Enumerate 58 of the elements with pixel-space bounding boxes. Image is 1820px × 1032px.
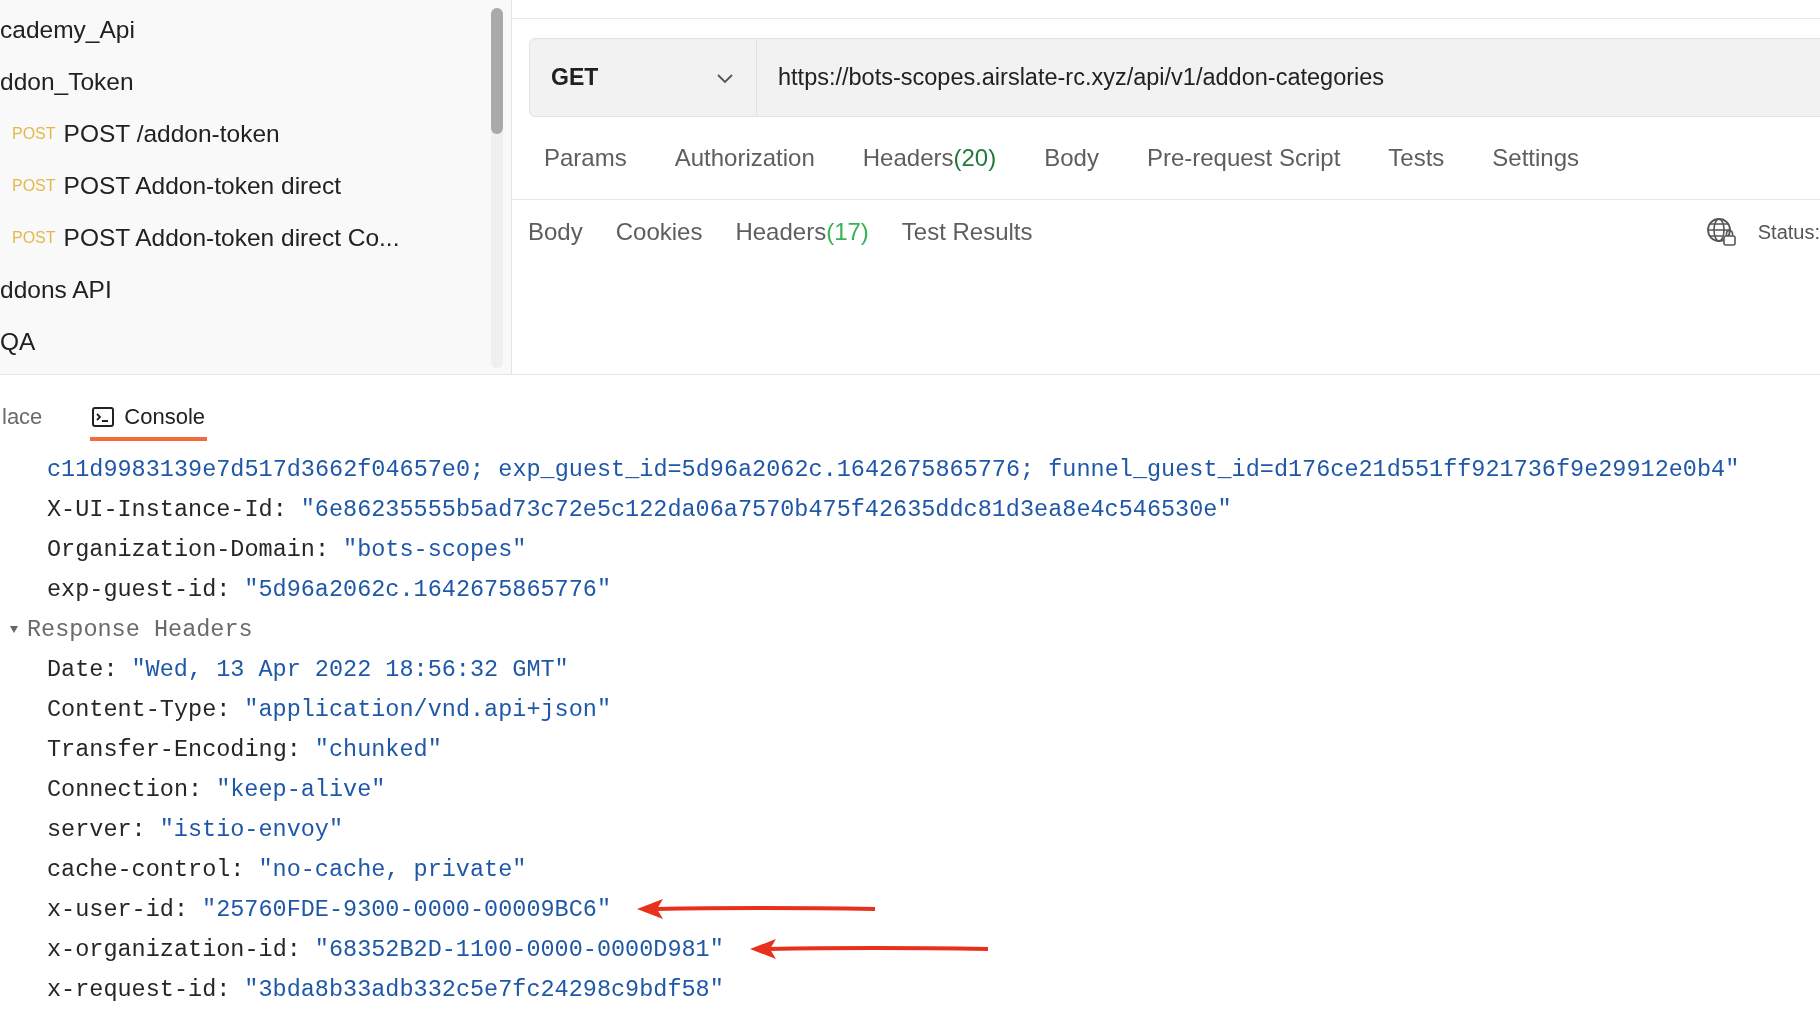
header-value: "application/vnd.api+json" (244, 695, 611, 723)
header-name: x-request-id: (47, 975, 231, 1003)
request-item[interactable]: POST POST Addon-token direct Co... (0, 212, 491, 264)
collection-item[interactable]: QA (0, 316, 491, 368)
header-value: "chunked" (314, 735, 442, 763)
request-tab[interactable]: Tests (1388, 144, 1445, 172)
header-name: Date: (47, 655, 118, 683)
header-name: x-organization-id: (47, 935, 301, 963)
header-name: server: (47, 815, 146, 843)
request-item[interactable]: POST POST /addon-token (0, 108, 491, 160)
request-tab[interactable]: Pre-request Script (1146, 144, 1341, 172)
response-tab[interactable]: Headers(17) (735, 218, 869, 246)
globe-lock-icon[interactable] (1705, 217, 1738, 247)
header-value: "keep-alive" (216, 775, 386, 803)
panel-tab[interactable]: Console (90, 397, 208, 441)
header-name: Content-Type: (47, 695, 231, 723)
header-value: c11d9983139e7d517d3662f04657e0; exp_guest_id=5d96a2062c.1642675865776; funnel_guest_id=d176ce21d551ff921736f9e29912e0b4" (47, 455, 1740, 483)
request-tab[interactable]: Authorization (674, 144, 815, 172)
header-value: "bots-scopes" (343, 535, 527, 563)
method-dropdown[interactable]: GET (529, 38, 757, 117)
header-name: cache-control: (47, 855, 245, 883)
request-name: POST Addon-token direct Co... (63, 224, 400, 252)
header-value: "istio-envoy" (159, 815, 344, 843)
chevron-down-icon (716, 71, 734, 84)
header-name: x-user-id: (47, 895, 189, 923)
request-item[interactable]: POST POST Addon-token direct (0, 160, 491, 212)
response-tab[interactable]: Test Results (901, 218, 1033, 246)
request-tab[interactable]: Params (544, 144, 627, 172)
method-label: POST (12, 125, 56, 143)
collection-item[interactable]: cademy_Api (0, 4, 491, 56)
header-value: "3bda8b33adb332c5e7fc24298c9bdf58" (244, 975, 724, 1003)
header-name: Organization-Domain: (47, 535, 330, 563)
panel-tab[interactable]: lace (0, 397, 45, 441)
header-name: X-UI-Instance-Id: (47, 495, 287, 523)
collection-item[interactable]: ddon_Token (0, 56, 491, 108)
header-value: "no-cache, private" (258, 855, 527, 883)
header-name: exp-guest-id: (47, 575, 231, 603)
header-value: "25760FDE-9300-0000-00009BC6" (202, 895, 611, 923)
response-tab[interactable]: Body (528, 218, 583, 246)
method-label: POST (12, 229, 56, 247)
request-tab[interactable]: Headers(20) (862, 144, 997, 172)
collection-item[interactable]: ddons API (0, 264, 491, 316)
url-field[interactable]: https://bots-scopes.airslate-rc.xyz/api/v1/addon-categories (757, 38, 1820, 117)
header-value: "6e86235555b5ad73c72e5c122da06a7570b475f42635ddc81d3ea8e4c546530e" (300, 495, 1232, 523)
header-name: Connection: (47, 775, 203, 803)
status-label: Status: (1757, 220, 1820, 244)
header-value: "68352B2D-1100-0000-0000D981" (314, 935, 724, 963)
header-value: "Wed, 13 Apr 2022 18:56:32 GMT" (131, 655, 569, 683)
request-tab[interactable]: Body (1044, 144, 1099, 172)
request-name: POST /addon-token (63, 120, 280, 148)
scrollbar[interactable] (491, 8, 503, 368)
header-value: "5d96a2062c.1642675865776" (244, 575, 611, 603)
request-tab[interactable]: Settings (1492, 144, 1580, 172)
response-tab[interactable]: Cookies (615, 218, 703, 246)
header-name: Transfer-Encoding: (47, 735, 301, 763)
section-toggle[interactable]: Response Headers (9, 615, 253, 643)
request-name: POST Addon-token direct (63, 172, 341, 200)
method-label: POST (12, 177, 56, 195)
